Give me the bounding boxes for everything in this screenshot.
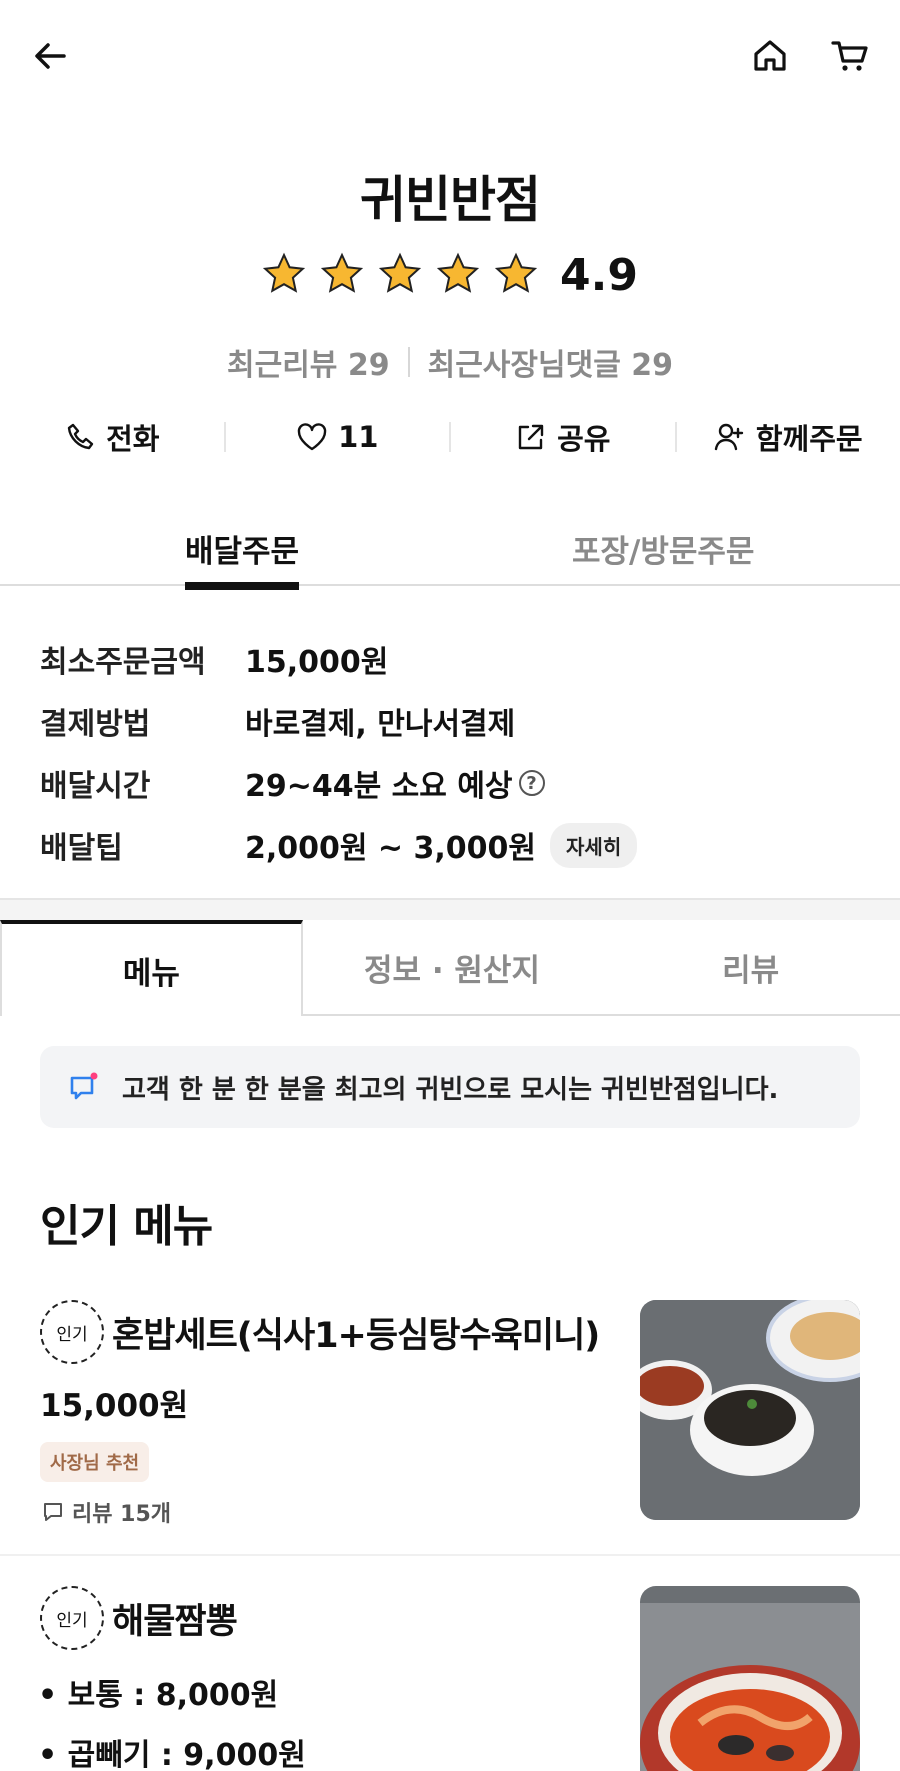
like-button[interactable]: 11 xyxy=(226,420,450,454)
delivery-tip-detail-button[interactable]: 자세히 xyxy=(550,822,638,868)
like-count: 11 xyxy=(338,420,379,454)
heart-icon xyxy=(297,423,327,451)
rating-value: 4.9 xyxy=(560,250,638,301)
top-bar xyxy=(0,0,900,112)
info-row: 최소주문금액 15,000원 xyxy=(40,628,860,690)
star-icon xyxy=(320,252,364,300)
owner-replies-link[interactable]: 최근사장님댓글 29 xyxy=(428,340,673,384)
item-option-price: • 보통 : 8,000원 xyxy=(38,1678,279,1713)
menu-item[interactable]: 인기 해물짬뽕 • 보통 : 8,000원 • 곱빼기 : 9,000원 xyxy=(0,1586,900,1771)
recent-reviews-link[interactable]: 최근리뷰 29 xyxy=(227,340,390,384)
info-row: 배달팁 2,000원 ~ 3,000원 자세히 xyxy=(40,814,860,876)
star-icon xyxy=(262,252,306,300)
popular-badge: 인기 xyxy=(40,1586,104,1650)
chat-notice-icon xyxy=(70,1072,98,1100)
tab-reviews[interactable]: 리뷰 xyxy=(601,920,900,1014)
info-row: 배달시간 29~44분 소요 예상 ? xyxy=(40,752,860,814)
phone-icon xyxy=(67,423,94,450)
info-label: 배달팁 xyxy=(40,831,123,866)
section-divider xyxy=(0,898,900,920)
info-label: 배달시간 xyxy=(40,769,151,804)
call-button[interactable]: 전화 xyxy=(0,416,224,458)
star-rating xyxy=(262,252,538,300)
home-button[interactable] xyxy=(742,28,798,84)
notice-text: 고객 한 분 한 분을 최고의 귀빈으로 모시는 귀빈반점입니다. xyxy=(122,1074,779,1105)
item-title-row: 인기 혼밥세트(식사1+등심탕수육미니) xyxy=(40,1300,600,1364)
share-label: 공유 xyxy=(557,422,611,456)
item-name: 혼밥세트(식사1+등심탕수육미니) xyxy=(112,1315,600,1356)
review-summary: 최근리뷰 29 최근사장님댓글 29 xyxy=(0,340,900,384)
rating-row: 4.9 xyxy=(0,250,900,301)
comment-icon xyxy=(44,1503,62,1521)
star-icon xyxy=(436,252,480,300)
back-button[interactable] xyxy=(22,28,78,84)
home-icon xyxy=(754,40,786,71)
star-icon xyxy=(378,252,422,300)
menu-item[interactable]: 인기 혼밥세트(식사1+등심탕수육미니) 15,000원 사장님 추천 리뷰 1… xyxy=(0,1300,900,1556)
order-type-tabs: 배달주문 포장/방문주문 xyxy=(0,520,900,590)
item-option-price: • 곱빼기 : 9,000원 xyxy=(38,1738,306,1771)
item-name: 해물짬뽕 xyxy=(112,1601,238,1642)
item-title-row: 인기 해물짬뽕 xyxy=(40,1586,238,1650)
cart-button[interactable] xyxy=(822,28,878,84)
delivery-time: 29~44분 소요 예상 xyxy=(245,769,513,804)
cart-icon xyxy=(831,41,868,71)
delivery-tip: 2,000원 ~ 3,000원 xyxy=(245,831,537,866)
info-row: 결제방법 바로결제, 만나서결제 xyxy=(40,690,860,752)
section-title: 인기 메뉴 xyxy=(40,1201,213,1252)
star-icon xyxy=(494,252,538,300)
info-value-wrap: 2,000원 ~ 3,000원 자세히 xyxy=(245,822,638,868)
info-value: 바로결제, 만나서결제 xyxy=(245,707,516,742)
tab-menu[interactable]: 메뉴 xyxy=(0,920,303,1016)
share-icon xyxy=(518,424,544,450)
item-price: 15,000원 xyxy=(40,1388,189,1424)
divider xyxy=(407,347,410,377)
item-review-count: 리뷰 15개 xyxy=(42,1496,171,1528)
add-user-icon xyxy=(714,423,744,451)
help-icon[interactable]: ? xyxy=(518,770,545,796)
popular-badge: 인기 xyxy=(40,1300,104,1364)
call-label: 전화 xyxy=(106,422,160,456)
info-label: 최소주문금액 xyxy=(40,645,206,680)
menu-tabs: 메뉴 정보 · 원산지 리뷰 xyxy=(0,920,900,1016)
store-notice[interactable]: 고객 한 분 한 분을 최고의 귀빈으로 모시는 귀빈반점입니다. xyxy=(40,1046,860,1128)
tab-info-origin[interactable]: 정보 · 원산지 xyxy=(302,920,602,1014)
item-photo xyxy=(640,1586,860,1771)
review-count-text: 리뷰 15개 xyxy=(72,1502,171,1527)
store-actions: 전화 11 공유 함께주문 xyxy=(0,412,900,462)
arrow-left-icon xyxy=(35,43,66,69)
group-order-button[interactable]: 함께주문 xyxy=(677,416,900,458)
info-value: 15,000원 xyxy=(245,645,389,680)
item-photo xyxy=(640,1300,860,1520)
owner-recommend-tag: 사장님 추천 xyxy=(40,1442,150,1482)
share-button[interactable]: 공유 xyxy=(451,416,675,458)
info-value-wrap: 29~44분 소요 예상 ? xyxy=(245,761,545,805)
group-order-label: 함께주문 xyxy=(755,422,863,456)
delivery-info: 최소주문금액 15,000원 결제방법 바로결제, 만나서결제 배달시간 29~… xyxy=(40,628,860,876)
tab-delivery-order[interactable]: 배달주문 xyxy=(185,526,300,590)
info-label: 결제방법 xyxy=(40,707,151,742)
tab-pickup-order[interactable]: 포장/방문주문 xyxy=(572,526,754,571)
store-name: 귀빈반점 xyxy=(360,171,541,229)
